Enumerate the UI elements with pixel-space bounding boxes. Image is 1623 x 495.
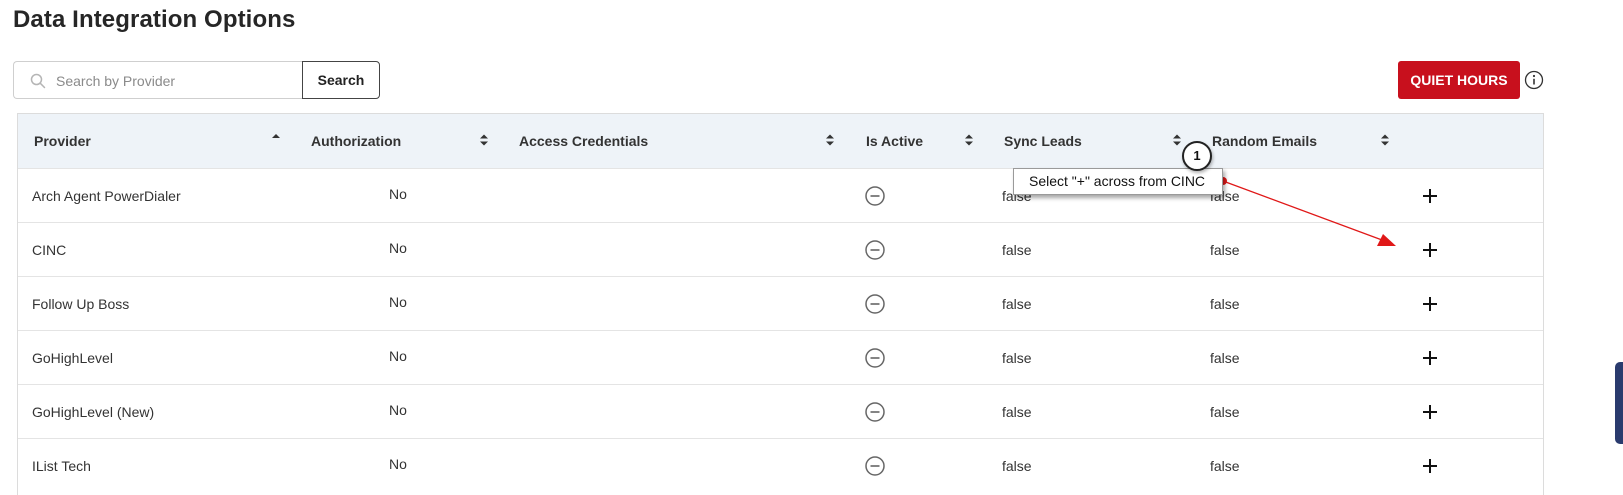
authorization-cell: No (389, 348, 407, 364)
column-header-sync-leads[interactable]: Sync Leads (1004, 114, 1082, 168)
minus-circle-icon (865, 348, 885, 368)
provider-cell: GoHighLevel (32, 350, 113, 366)
random-emails-cell: false (1210, 242, 1240, 258)
side-tab[interactable] (1615, 362, 1623, 444)
plus-icon[interactable] (1420, 240, 1440, 260)
plus-icon[interactable] (1420, 294, 1440, 314)
sort-icon[interactable] (1172, 133, 1182, 147)
authorization-cell: No (389, 186, 407, 202)
sync-leads-cell: false (1002, 458, 1032, 474)
column-header-access-credentials[interactable]: Access Credentials (519, 114, 648, 168)
column-header-authorization[interactable]: Authorization (311, 114, 401, 168)
random-emails-cell: false (1210, 404, 1240, 420)
sync-leads-cell: false (1002, 350, 1032, 366)
table-row: Arch Agent PowerDialer No false false (18, 168, 1543, 223)
minus-circle-icon (865, 294, 885, 314)
sort-icon[interactable] (479, 133, 489, 147)
authorization-cell: No (389, 402, 407, 418)
annotation-callout: Select "+" across from CINC (1013, 168, 1223, 195)
table-header: Provider Authorization Access Credential… (18, 114, 1543, 168)
authorization-cell: No (389, 294, 407, 310)
quiet-hours-button[interactable]: QUIET HOURS (1398, 61, 1520, 99)
info-icon[interactable] (1524, 70, 1544, 90)
provider-cell: Arch Agent PowerDialer (32, 188, 181, 204)
table-row: IList Tech No false false (18, 438, 1543, 493)
minus-circle-icon (865, 456, 885, 476)
sort-asc-icon[interactable] (271, 133, 281, 147)
table-row: GoHighLevel (New) No false false (18, 384, 1543, 439)
minus-circle-icon (865, 240, 885, 260)
sort-icon[interactable] (825, 133, 835, 147)
plus-icon[interactable] (1420, 348, 1440, 368)
minus-circle-icon (865, 402, 885, 422)
sort-icon[interactable] (964, 133, 974, 147)
random-emails-cell: false (1210, 458, 1240, 474)
provider-cell: GoHighLevel (New) (32, 404, 155, 420)
provider-cell: IList Tech (32, 458, 91, 474)
random-emails-cell: false (1210, 350, 1240, 366)
plus-icon[interactable] (1420, 456, 1440, 476)
table-row: Follow Up Boss No false false (18, 276, 1543, 331)
page-title: Data Integration Options (13, 6, 296, 33)
search-button[interactable]: Search (302, 61, 380, 99)
search-field[interactable] (13, 61, 303, 100)
plus-icon[interactable] (1420, 402, 1440, 422)
column-header-is-active[interactable]: Is Active (866, 114, 923, 168)
provider-cell: Follow Up Boss (32, 296, 130, 312)
random-emails-cell: false (1210, 296, 1240, 312)
sync-leads-cell: false (1002, 296, 1032, 312)
authorization-cell: No (389, 456, 407, 472)
search-icon (30, 73, 46, 89)
column-header-provider[interactable]: Provider (34, 114, 91, 168)
search-input[interactable] (54, 62, 298, 100)
authorization-cell: No (389, 240, 407, 256)
plus-icon[interactable] (1420, 186, 1440, 206)
sync-leads-cell: false (1002, 404, 1032, 420)
table-row: GoHighLevel No false false (18, 330, 1543, 385)
sort-icon[interactable] (1380, 133, 1390, 147)
table-row: CINC No false false (18, 222, 1543, 277)
annotation-step-badge: 1 (1182, 141, 1212, 171)
column-header-random-emails[interactable]: Random Emails (1212, 114, 1317, 168)
provider-cell: CINC (32, 242, 67, 258)
integrations-table: Provider Authorization Access Credential… (17, 113, 1544, 495)
sync-leads-cell: false (1002, 242, 1032, 258)
minus-circle-icon (865, 186, 885, 206)
